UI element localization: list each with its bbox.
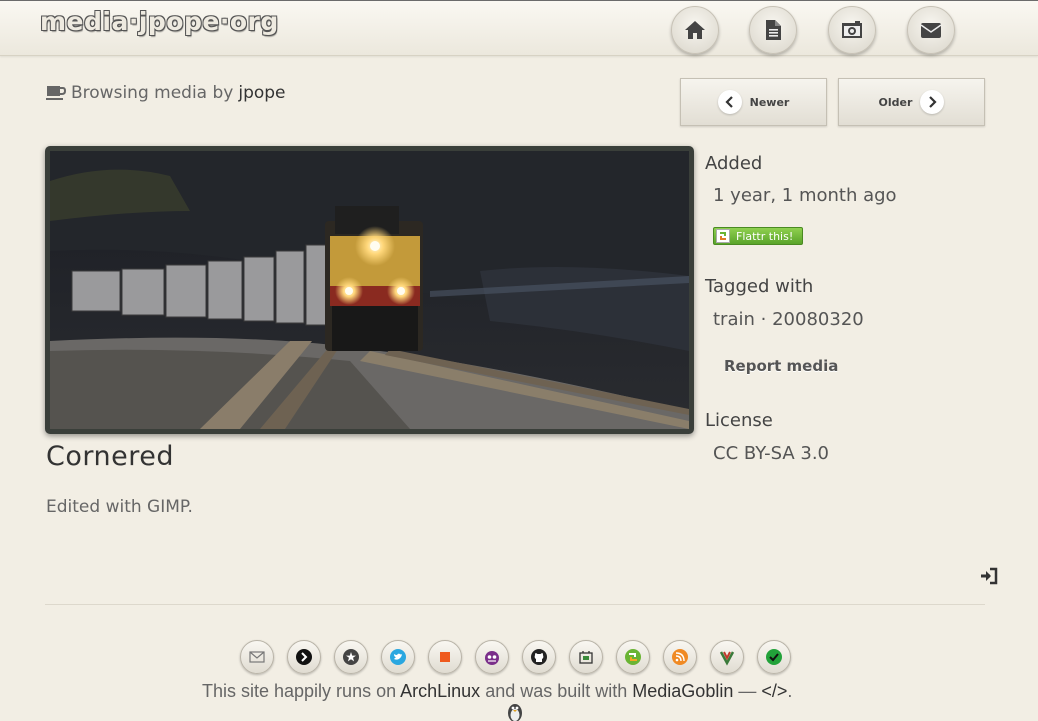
gittip-icon: [719, 651, 735, 666]
browsing-prefix: Browsing media by: [71, 83, 234, 103]
app-net-icon: [296, 649, 312, 665]
footer-text-2: and was built with: [485, 681, 628, 701]
tux-icon: [508, 704, 522, 721]
social-diaspora-button[interactable]: [334, 640, 368, 674]
social-twitter-button[interactable]: [381, 640, 415, 674]
footer-text-1: This site happily runs on: [202, 681, 397, 701]
chevron-right-icon: [920, 90, 945, 114]
footer-period: .: [787, 681, 793, 701]
sourceforge-icon: [485, 651, 499, 665]
older-button[interactable]: Older: [838, 78, 985, 126]
nav-media-button[interactable]: [828, 6, 876, 54]
newer-label: Newer: [749, 95, 790, 109]
flattr-icon: [716, 229, 730, 243]
social-linkedin-button[interactable]: [569, 640, 603, 674]
linkedin-icon: [579, 651, 593, 664]
footer-text: This site happily runs on ArchLinux and …: [202, 681, 792, 702]
license-value[interactable]: CC BY-SA 3.0: [713, 443, 829, 464]
login-icon[interactable]: [979, 566, 999, 586]
report-media-link[interactable]: Report media: [724, 357, 838, 375]
twitter-icon: [390, 649, 406, 665]
social-sourceforge-button[interactable]: [475, 640, 509, 674]
source-code-link[interactable]: </>: [761, 681, 787, 701]
tag-link[interactable]: 20080320: [772, 309, 864, 330]
tagged-label: Tagged with: [705, 276, 814, 297]
flattr-button[interactable]: Flattr this!: [713, 227, 803, 245]
home-icon: [685, 21, 705, 39]
nav-contact-button[interactable]: [907, 6, 955, 54]
social-rss-button[interactable]: [663, 640, 697, 674]
tag-separator: ·: [760, 309, 767, 330]
check-icon: [766, 649, 782, 665]
site-logo[interactable]: media·jpope·org: [40, 7, 279, 36]
added-value: 1 year, 1 month ago: [713, 185, 897, 206]
media-image-frame[interactable]: [45, 146, 694, 434]
social-check-button[interactable]: [757, 640, 791, 674]
document-icon: [766, 20, 781, 40]
older-label: Older: [878, 95, 913, 109]
social-gittip-button[interactable]: [710, 640, 744, 674]
footer-divider: [45, 604, 985, 605]
nav-home-button[interactable]: [671, 6, 719, 54]
license-label: License: [705, 410, 773, 431]
social-stack-button[interactable]: [428, 640, 462, 674]
media-title: Cornered: [46, 441, 174, 472]
social-appnet-button[interactable]: [287, 640, 321, 674]
social-github-button[interactable]: [522, 640, 556, 674]
envelope-icon: [920, 23, 942, 38]
chevron-left-icon: [717, 90, 742, 114]
flattr-label: Flattr this!: [736, 229, 794, 243]
coffee-cup-icon: [46, 86, 66, 100]
nav-documents-button[interactable]: [749, 6, 797, 54]
tag-list: train · 20080320: [713, 309, 864, 330]
github-icon: [531, 649, 547, 665]
social-flattr-button[interactable]: [616, 640, 650, 674]
rss-icon: [672, 649, 688, 665]
stack-icon: [440, 652, 450, 662]
diaspora-icon: [343, 649, 359, 665]
top-bar: media·jpope·org: [0, 0, 1038, 56]
camera-icon: [842, 21, 862, 38]
email-icon: [249, 651, 265, 663]
social-email-button[interactable]: [240, 640, 274, 674]
footer-dash: —: [738, 681, 757, 701]
added-label: Added: [705, 153, 763, 174]
browsing-by-line: Browsing media by jpope: [46, 83, 286, 103]
tag-link[interactable]: train: [713, 309, 755, 330]
flattr-icon: [625, 649, 641, 665]
archlinux-link[interactable]: ArchLinux: [400, 681, 480, 701]
newer-button[interactable]: Newer: [680, 78, 827, 126]
user-link[interactable]: jpope: [238, 83, 285, 103]
mediagoblin-link[interactable]: MediaGoblin: [632, 681, 733, 701]
media-description: Edited with GIMP.: [46, 497, 193, 517]
train-photo: [50, 151, 689, 429]
